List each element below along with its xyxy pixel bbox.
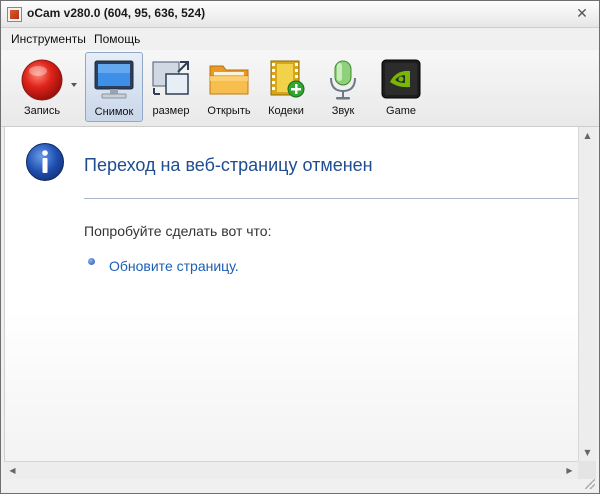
codecs-label: Кодеки <box>268 105 304 117</box>
codec-film-icon <box>270 60 305 98</box>
suggestion-heading: Попробуйте сделать вот что: <box>84 223 272 239</box>
record-icon <box>21 59 63 101</box>
record-button[interactable]: Запись <box>13 52 71 122</box>
record-dropdown-arrow[interactable] <box>71 83 77 87</box>
nvidia-game-icon <box>381 59 421 99</box>
monitor-icon <box>94 60 134 99</box>
snapshot-label: Снимок <box>94 106 134 118</box>
sound-label: Звук <box>331 105 355 117</box>
open-button[interactable]: Открыть <box>200 52 258 122</box>
app-icon <box>7 7 22 22</box>
scroll-right-icon[interactable]: ▶ <box>561 462 578 479</box>
resize-grip-icon[interactable] <box>585 479 595 489</box>
resize-label: размер <box>152 105 190 117</box>
app-window: oCam v280.0 (604, 95, 636, 524) ✕ Инстру… <box>0 0 600 494</box>
info-icon <box>26 143 64 181</box>
close-button[interactable]: ✕ <box>573 5 591 23</box>
browser-content: Переход на веб-страницу отменен Попробуй… <box>4 127 579 461</box>
menu-help[interactable]: Помощь <box>94 32 140 46</box>
horizontal-scrollbar[interactable]: ◀ ▶ <box>4 461 578 479</box>
game-button[interactable]: Game <box>372 52 430 122</box>
refresh-page-link[interactable]: Обновите страницу. <box>109 258 239 274</box>
scroll-left-icon[interactable]: ◀ <box>4 462 21 479</box>
resize-button[interactable]: размер <box>142 52 200 122</box>
status-bar <box>1 479 599 493</box>
scroll-up-icon[interactable]: ▲ <box>579 127 596 144</box>
scrollbar-corner <box>578 461 596 479</box>
bullet-icon <box>88 258 95 265</box>
scroll-down-icon[interactable]: ▼ <box>579 444 596 461</box>
resize-icon <box>152 61 189 95</box>
vertical-scrollbar[interactable]: ▲ ▼ <box>578 127 596 461</box>
window-title: oCam v280.0 (604, 95, 636, 524) <box>27 6 206 20</box>
snapshot-button[interactable]: Снимок <box>85 52 143 122</box>
game-label: Game <box>386 105 416 117</box>
menu-bar: Инструменты Помощь <box>1 28 599 50</box>
title-bar[interactable]: oCam v280.0 (604, 95, 636, 524) ✕ <box>1 1 599 28</box>
microphone-icon <box>330 60 356 100</box>
record-label: Запись <box>23 105 61 117</box>
sound-button[interactable]: Звук <box>314 52 372 122</box>
folder-icon <box>209 65 249 95</box>
menu-tools[interactable]: Инструменты <box>11 32 86 46</box>
close-icon: ✕ <box>576 6 588 22</box>
error-title: Переход на веб-страницу отменен <box>84 155 373 175</box>
title-divider <box>84 198 579 199</box>
open-label: Открыть <box>207 105 251 117</box>
codecs-button[interactable]: Кодеки <box>257 52 315 122</box>
toolbar: Запись Снимок размер Открыть Кодеки Звук… <box>1 50 599 127</box>
